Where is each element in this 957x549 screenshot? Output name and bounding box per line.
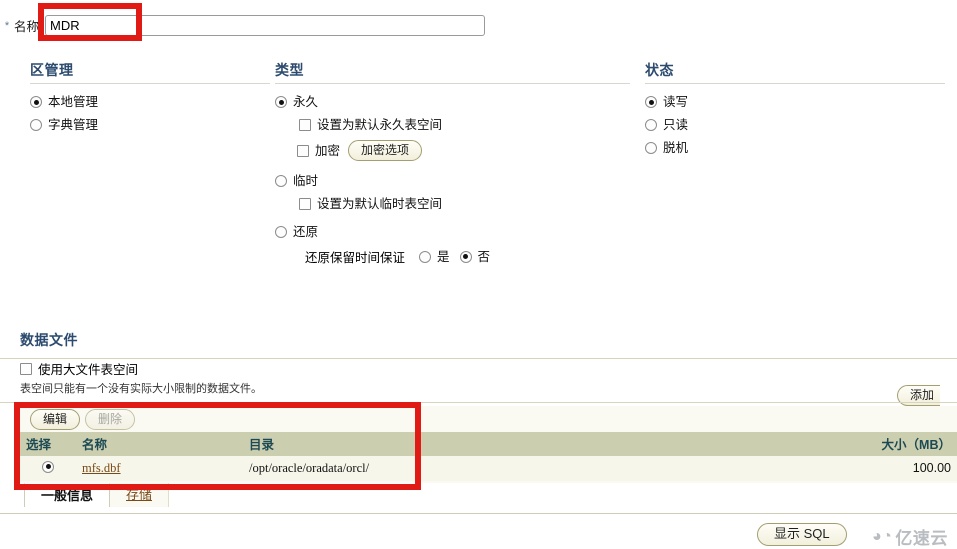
name-row: * 名称 [0, 10, 957, 40]
radio-read-write-label: 读写 [663, 95, 689, 109]
tablespace-form: 区管理 本地管理 字典管理 类型 永久 设置为默认永久表空间 加密 加密选项 临… [0, 60, 957, 330]
radio-read-only-icon[interactable] [645, 119, 657, 131]
status-section: 状态 读写 只读 脱机 [645, 60, 945, 163]
radio-local-managed-icon[interactable] [30, 96, 42, 108]
radio-dictionary-managed[interactable]: 字典管理 [30, 117, 270, 133]
row-select-cell[interactable] [20, 456, 76, 481]
extent-management-heading: 区管理 [30, 60, 270, 84]
edit-datafile-button[interactable]: 编辑 [30, 408, 81, 430]
encrypt-row: 加密 加密选项 [297, 140, 630, 161]
row-name-cell: mfs.dbf [76, 456, 243, 481]
radio-dictionary-managed-label: 字典管理 [48, 118, 99, 132]
checkbox-bigfile-tablespace-icon[interactable] [20, 362, 32, 375]
radio-undo-label: 还原 [293, 225, 319, 239]
tab-general-info[interactable]: 一般信息 [24, 483, 111, 507]
watermark-glyph-icon: ◕◔ [872, 527, 893, 545]
radio-permanent-label: 永久 [293, 95, 319, 109]
table-header-row: 选择 名称 目录 大小（MB） [20, 432, 957, 456]
undo-retention-label: 还原保留时间保证 [305, 251, 406, 265]
show-sql-button[interactable]: 显示 SQL [757, 523, 847, 546]
undo-retention-row: 还原保留时间保证 是 否 [305, 247, 630, 266]
checkbox-default-permanent-icon[interactable] [299, 119, 311, 131]
section-divider-add-row [0, 402, 957, 403]
encrypt-options-button[interactable]: 加密选项 [348, 140, 423, 161]
radio-local-managed-label: 本地管理 [48, 95, 99, 109]
radio-undo-retention-yes-label: 是 [437, 249, 450, 264]
checkbox-encrypt[interactable]: 加密 [297, 143, 340, 159]
type-heading: 类型 [275, 60, 630, 84]
checkbox-default-temporary-icon[interactable] [299, 198, 311, 210]
delete-datafile-button[interactable]: 删除 [85, 408, 136, 430]
radio-offline-label: 脱机 [663, 141, 689, 155]
radio-undo-retention-no[interactable]: 否 [459, 249, 491, 265]
datafiles-heading: 数据文件 [20, 332, 78, 348]
column-header-directory: 目录 [243, 432, 825, 456]
status-heading: 状态 [645, 60, 945, 84]
tab-storage[interactable]: 存储 [110, 483, 170, 507]
row-directory-cell: /opt/oracle/oradata/orcl/ [243, 456, 825, 481]
column-header-name: 名称 [76, 432, 243, 456]
radio-undo[interactable]: 还原 [275, 224, 630, 240]
radio-dictionary-managed-icon[interactable] [30, 119, 42, 131]
table-row[interactable]: mfs.dbf /opt/oracle/oradata/orcl/ 100.00 [20, 456, 957, 481]
radio-permanent-icon[interactable] [275, 96, 287, 108]
radio-temporary[interactable]: 临时 [275, 173, 630, 189]
datafiles-table: 选择 名称 目录 大小（MB） mfs.dbf /opt/oracle/orad… [20, 432, 957, 489]
radio-row-select-icon[interactable] [42, 460, 54, 473]
watermark-text: 亿速云 [895, 529, 948, 548]
required-marker-icon: * [4, 19, 10, 32]
checkbox-default-temporary-label: 设置为默认临时表空间 [317, 197, 443, 211]
radio-offline[interactable]: 脱机 [645, 140, 945, 156]
checkbox-bigfile-tablespace-label: 使用大文件表空间 [38, 363, 139, 377]
datafiles-section: 数据文件 使用大文件表空间 表空间只能有一个没有实际大小限制的数据文件。 添加 [0, 330, 957, 406]
radio-offline-icon[interactable] [645, 142, 657, 154]
datafiles-table-toolbar: 编辑 删除 [20, 406, 957, 432]
checkbox-encrypt-label: 加密 [315, 143, 341, 158]
bigfile-note: 表空间只能有一个没有实际大小限制的数据文件。 [20, 383, 262, 395]
radio-local-managed[interactable]: 本地管理 [30, 94, 270, 110]
checkbox-default-permanent[interactable]: 设置为默认永久表空间 [299, 117, 630, 133]
type-section: 类型 永久 设置为默认永久表空间 加密 加密选项 临时 设置为默认临时表空间 还… [275, 60, 630, 266]
radio-undo-retention-no-icon[interactable] [459, 250, 472, 263]
bottom-tabs: 一般信息 存储 [0, 483, 957, 514]
extent-management-section: 区管理 本地管理 字典管理 [30, 60, 270, 140]
radio-undo-retention-yes[interactable]: 是 [419, 249, 450, 265]
radio-undo-retention-yes-icon[interactable] [419, 250, 432, 263]
radio-read-only[interactable]: 只读 [645, 117, 945, 133]
datafile-directory-text: /opt/oracle/oradata/orcl/ [249, 460, 370, 475]
checkbox-bigfile-tablespace[interactable]: 使用大文件表空间 [20, 359, 957, 378]
checkbox-default-temporary[interactable]: 设置为默认临时表空间 [299, 196, 630, 212]
radio-read-write[interactable]: 读写 [645, 94, 945, 110]
column-header-select: 选择 [20, 432, 76, 456]
watermark-logo: ◕◔ 亿速云 [872, 524, 948, 549]
radio-read-write-icon[interactable] [645, 96, 657, 108]
radio-undo-icon[interactable] [275, 226, 287, 238]
checkbox-encrypt-icon[interactable] [297, 144, 309, 157]
name-label: 名称 [14, 19, 40, 34]
radio-temporary-icon[interactable] [275, 175, 287, 187]
checkbox-default-permanent-label: 设置为默认永久表空间 [317, 118, 443, 132]
name-input[interactable] [45, 14, 486, 36]
radio-undo-retention-no-label: 否 [477, 249, 491, 264]
radio-temporary-label: 临时 [293, 174, 319, 188]
footer: 显示 SQL ◕◔ 亿速云 [0, 518, 957, 548]
column-header-size: 大小（MB） [825, 432, 957, 456]
datafile-name-link[interactable]: mfs.dbf [82, 461, 121, 475]
radio-read-only-label: 只读 [663, 118, 689, 132]
row-size-cell: 100.00 [825, 456, 957, 481]
radio-permanent[interactable]: 永久 [275, 94, 630, 110]
